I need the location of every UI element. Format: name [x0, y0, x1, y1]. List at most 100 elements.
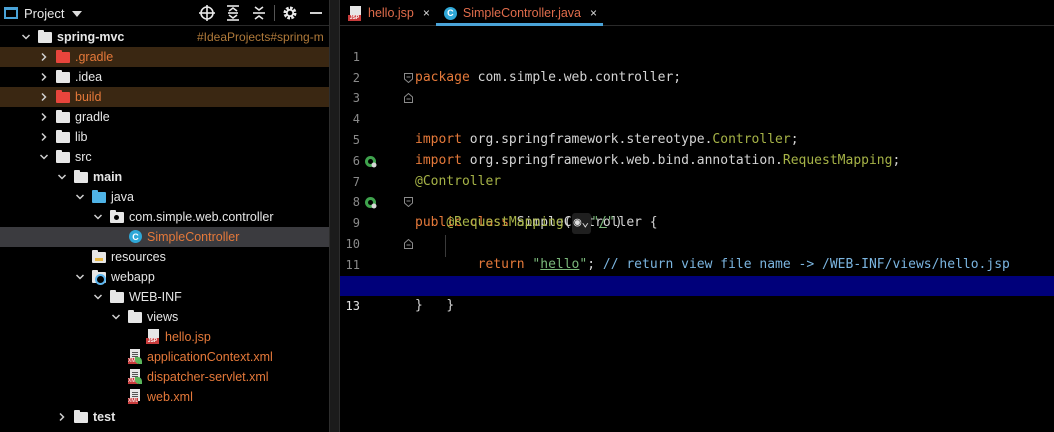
- chevron-down-icon[interactable]: [74, 191, 86, 203]
- tree-item-label: spring-mvc: [57, 30, 125, 44]
- folder-icon: [110, 290, 126, 304]
- close-icon[interactable]: ×: [423, 6, 430, 20]
- class-icon: C: [443, 6, 457, 20]
- tree-item-label: com.simple.web.controller: [129, 210, 274, 224]
- code-line-10[interactable]: 10 return "hello"; // return view file n…: [340, 213, 1054, 272]
- tree-item[interactable]: src: [0, 147, 329, 167]
- code-line-9[interactable]: 9 public String hello() {: [340, 192, 1054, 293]
- folder-icon: [56, 110, 72, 124]
- tree-item[interactable]: XML web.xml: [0, 387, 329, 407]
- toolbar-divider: [274, 5, 275, 21]
- line-number: 13: [345, 299, 360, 314]
- gear-icon: [283, 6, 297, 20]
- project-toolbar: [194, 0, 329, 26]
- code-line-13-current[interactable]: 13: [340, 275, 1054, 313]
- project-panel-title: Project: [24, 5, 65, 21]
- tree-item[interactable]: .gradle: [0, 47, 329, 67]
- fold-end-icon[interactable]: [404, 93, 413, 104]
- tree-item-label: .idea: [75, 70, 103, 84]
- web-folder-icon: [92, 270, 108, 285]
- chevron-down-icon[interactable]: [92, 291, 104, 303]
- panel-splitter[interactable]: [329, 0, 340, 432]
- chevron-right-icon[interactable]: [38, 131, 50, 143]
- code-line-6[interactable]: 6 @Controller: [340, 130, 1054, 189]
- chevron-right-icon[interactable]: [38, 111, 50, 123]
- chevron-down-icon[interactable]: [38, 151, 50, 163]
- tree-item[interactable]: resources: [0, 247, 329, 267]
- tree-item[interactable]: main: [0, 167, 329, 187]
- tree-item[interactable]: com.simple.web.controller: [0, 207, 329, 227]
- tree-item[interactable]: XML dispatcher-servlet.xml: [0, 367, 329, 387]
- tree-item[interactable]: webapp: [0, 267, 329, 287]
- folder-icon: [56, 130, 72, 144]
- chevron-down-icon[interactable]: [110, 311, 122, 323]
- excluded-folder-icon: [56, 50, 72, 64]
- folder-icon: [74, 410, 90, 424]
- expand-all-button[interactable]: [220, 0, 246, 26]
- tree-item-label: main: [93, 170, 123, 184]
- chevron-down-icon[interactable]: [56, 171, 68, 183]
- chevron-right-icon[interactable]: [38, 51, 50, 63]
- code-editor[interactable]: 1 package com.simple.web.controller; 2 3…: [340, 26, 1054, 432]
- close-icon[interactable]: ×: [590, 6, 597, 20]
- collapse-all-button[interactable]: [246, 0, 272, 26]
- chevron-right-icon[interactable]: [38, 91, 50, 103]
- chevron-down-icon[interactable]: [20, 31, 32, 43]
- project-panel-header: Project: [0, 0, 329, 26]
- locate-file-button[interactable]: [194, 0, 220, 26]
- spring-bean-gutter-icon[interactable]: [364, 155, 377, 168]
- tree-item-label: hello.jsp: [165, 330, 211, 344]
- folder-icon: [56, 150, 72, 164]
- editor-tab[interactable]: C SimpleController.java ×: [435, 0, 604, 26]
- tree-item-label: views: [147, 310, 179, 324]
- tree-item[interactable]: java: [0, 187, 329, 207]
- tree-item[interactable]: C SimpleController: [0, 227, 329, 247]
- code-line-7[interactable]: 7 public class SimpleController {: [340, 151, 1054, 230]
- project-view-selector[interactable]: Project: [4, 4, 83, 22]
- code-line-3[interactable]: 3 import org.springframework.stereotype.…: [340, 68, 1054, 147]
- code-line-8[interactable]: 8 @RequestMapping(◉⌄ "/"): [340, 172, 1054, 234]
- tree-item[interactable]: JSP hello.jsp: [0, 327, 329, 347]
- editor-tab[interactable]: JSP hello.jsp ×: [340, 0, 436, 26]
- code-line-12[interactable]: 12 }: [340, 255, 1054, 314]
- request-mapping-gutter-icon[interactable]: [364, 196, 377, 209]
- tree-item[interactable]: lib: [0, 127, 329, 147]
- editor-tab-bar: JSP hello.jsp × C SimpleController.java ×: [340, 0, 1054, 26]
- tree-item-label: build: [75, 90, 102, 104]
- fold-start-icon[interactable]: [404, 72, 413, 83]
- chevron-down-icon[interactable]: [92, 211, 104, 223]
- tree-item-label: applicationContext.xml: [147, 350, 273, 364]
- spring-xml-icon: XML: [128, 369, 144, 384]
- code-line-1[interactable]: 1 package com.simple.web.controller;: [340, 26, 1054, 85]
- code-line-11[interactable]: 11 }: [340, 234, 1054, 313]
- tree-item[interactable]: test: [0, 407, 329, 427]
- tree-item[interactable]: build: [0, 87, 329, 107]
- hide-panel-button[interactable]: [303, 0, 329, 26]
- tree-item[interactable]: gradle: [0, 107, 329, 127]
- editor-area: JSP hello.jsp × C SimpleController.java × 1 p…: [340, 0, 1054, 432]
- tree-item[interactable]: spring-mvc #IdeaProjects#spring-m: [0, 27, 329, 47]
- tree-item-label: dispatcher-servlet.xml: [147, 370, 269, 384]
- chevron-right-icon[interactable]: [56, 411, 68, 423]
- code-line-5[interactable]: 5: [340, 109, 1054, 147]
- fold-end-icon[interactable]: [404, 238, 413, 249]
- tree-item[interactable]: .idea: [0, 67, 329, 87]
- package-icon: [110, 210, 126, 224]
- fold-start-icon[interactable]: [404, 197, 413, 208]
- excluded-folder-icon: [56, 90, 72, 104]
- closing-brace: }: [415, 298, 423, 314]
- code-line-2[interactable]: 2: [340, 47, 1054, 85]
- tab-label: SimpleController.java: [462, 6, 581, 20]
- tree-item[interactable]: WEB-INF: [0, 287, 329, 307]
- spring-xml-icon: XML: [128, 349, 144, 364]
- crosshair-icon: [199, 5, 215, 21]
- folder-icon: [128, 310, 144, 324]
- settings-button[interactable]: [277, 0, 303, 26]
- chevron-right-icon[interactable]: [38, 71, 50, 83]
- folder-icon: [38, 30, 54, 44]
- expand-all-icon: [227, 5, 239, 21]
- code-line-4[interactable]: 4 import org.springframework.web.bind.an…: [340, 88, 1054, 168]
- tree-item[interactable]: views: [0, 307, 329, 327]
- tree-item[interactable]: XML applicationContext.xml: [0, 347, 329, 367]
- chevron-down-icon[interactable]: [74, 271, 86, 283]
